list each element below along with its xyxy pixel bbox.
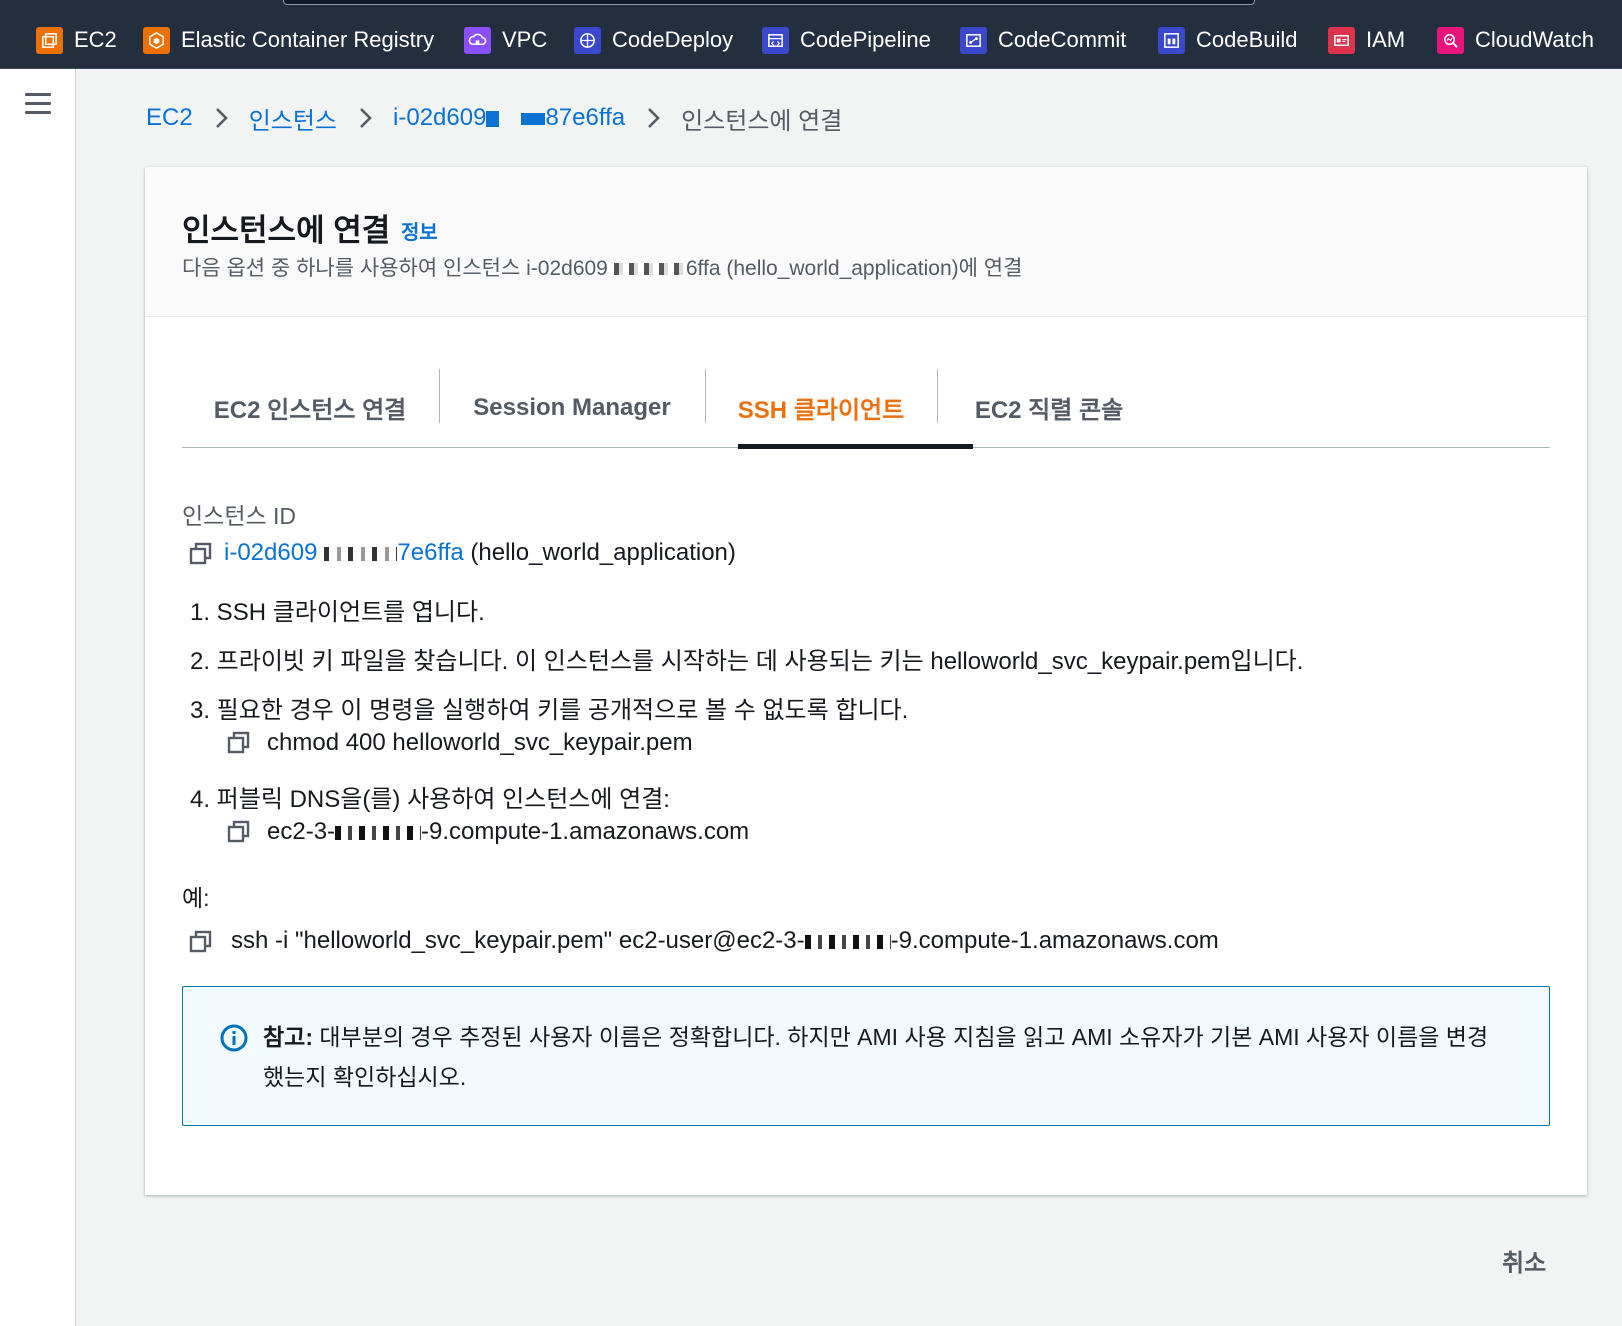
service-label: EC2 — [74, 27, 117, 52]
chevron-right-icon — [360, 108, 372, 128]
codecommit-icon — [960, 26, 987, 54]
codebuild-icon — [1158, 26, 1185, 54]
chevron-right-icon — [215, 108, 228, 128]
ssh-command-start: ssh -i "helloworld_svc_keypair.pem" ec2-… — [231, 927, 805, 954]
container-registry-icon — [143, 26, 170, 54]
copy-icon[interactable] — [226, 730, 252, 756]
redacted-block — [486, 110, 500, 127]
iam-icon — [1328, 26, 1355, 54]
redacted-block — [607, 263, 686, 276]
service-codecommit[interactable]: CodeCommit — [960, 24, 1126, 56]
service-ecr[interactable]: Elastic Container Registry — [143, 24, 434, 56]
dns-end: -9.compute-1.amazonaws.com — [421, 818, 750, 845]
tab-ec2-serial-console[interactable]: EC2 직렬 콘솔 — [938, 367, 1160, 448]
step-3: 3. 필요한 경우 이 명령을 실행하여 키를 공개적으로 볼 수 없도록 합니… — [190, 697, 909, 724]
step-2: 2. 프라이빗 키 파일을 찾습니다. 이 인스턴스를 시작하는 데 사용되는 … — [190, 648, 1304, 675]
active-tab-indicator — [738, 444, 973, 449]
services-bar: EC2 Elastic Container Registry VPC CodeD… — [0, 0, 1622, 69]
breadcrumb-instance-id[interactable]: i-02d609 87e6ffa — [393, 104, 625, 132]
instance-name: (hello_world_application) — [470, 539, 736, 566]
instance-id-link[interactable]: i-02d609 7e6ffa — [224, 539, 464, 566]
tab-ssh-client[interactable]: SSH 클라이언트 — [706, 367, 936, 448]
service-label: IAM — [1366, 27, 1406, 52]
instance-id-start: i-02d609 — [224, 539, 318, 566]
search-bar-edge[interactable] — [283, 0, 1255, 5]
ssh-command-end: -9.compute-1.amazonaws.com — [890, 927, 1219, 954]
service-vpc[interactable]: VPC — [464, 24, 547, 56]
example-ssh-command: ssh -i "helloworld_svc_keypair.pem" ec2-… — [231, 927, 1219, 955]
dns-start: ec2-3- — [267, 818, 336, 845]
copy-icon[interactable] — [188, 929, 214, 955]
service-codebuild[interactable]: CodeBuild — [1158, 24, 1298, 56]
service-label: CodeDeploy — [612, 27, 734, 52]
breadcrumb: EC2 인스턴스 i-02d609 87e6ffa 인스턴스에 연결 — [146, 101, 843, 136]
vpc-icon — [464, 26, 491, 54]
alert-bold: 참고: — [263, 1024, 313, 1050]
redacted-block — [521, 112, 546, 125]
info-link[interactable]: 정보 — [401, 216, 438, 245]
info-circle-icon — [220, 1024, 248, 1052]
codedeploy-icon — [574, 26, 601, 54]
cloudwatch-icon — [1437, 26, 1464, 54]
page-title: 인스턴스에 연결 — [182, 213, 391, 248]
step-4: 4. 퍼블릭 DNS을(를) 사용하여 인스턴스에 연결: — [190, 786, 670, 813]
desc-prefix: 다음 옵션 중 하나를 사용하여 인스턴스 i-02d609 — [182, 257, 608, 280]
service-label: VPC — [502, 27, 548, 52]
service-ec2[interactable]: EC2 — [36, 24, 117, 56]
service-codepipeline[interactable]: CodePipeline — [762, 24, 931, 56]
step-1: 1. SSH 클라이언트를 엽니다. — [190, 599, 485, 626]
service-label: CodeBuild — [1196, 27, 1298, 52]
public-dns: ec2-3- -9.compute-1.amazonaws.com — [267, 818, 749, 846]
instance-id-start: i-02d609 — [393, 104, 487, 131]
connection-method-tabs: EC2 인스턴스 연결 Session Manager SSH 클라이언트 EC… — [182, 367, 1550, 449]
tab-ec2-instance-connect[interactable]: EC2 인스턴스 연결 — [182, 367, 438, 448]
instance-id-label: 인스턴스 ID — [182, 503, 297, 529]
panel-description: 다음 옵션 중 하나를 사용하여 인스턴스 i-02d609 6ffa (hell… — [182, 252, 1022, 282]
redacted-block — [804, 934, 891, 949]
ec2-icon — [36, 26, 63, 54]
desc-suffix: 6ffa (hello_world_application)에 연결 — [685, 257, 1023, 280]
breadcrumb-instances[interactable]: 인스턴스 — [249, 101, 337, 136]
redacted-block — [335, 825, 422, 840]
service-codedeploy[interactable]: CodeDeploy — [574, 24, 733, 56]
instance-id-end: 87e6ffa — [545, 104, 626, 131]
instance-id-row: i-02d609 7e6ffa (hello_world_application) — [224, 539, 736, 567]
service-cloudwatch[interactable]: CloudWatch — [1437, 24, 1594, 56]
alert-body: 대부분의 경우 추정된 사용자 이름은 정확합니다. 하지만 AMI 사용 지침… — [263, 1024, 1489, 1090]
service-label: CodePipeline — [800, 27, 931, 52]
breadcrumb-ec2[interactable]: EC2 — [146, 104, 193, 132]
example-label: 예: — [182, 885, 210, 911]
instance-id-end: 7e6ffa — [397, 539, 464, 566]
codepipeline-icon — [762, 26, 789, 54]
connect-instance-panel: 인스턴스에 연결 정보 다음 옵션 중 하나를 사용하여 인스턴스 i-02d6… — [145, 167, 1587, 1195]
chmod-command: chmod 400 helloworld_svc_keypair.pem — [267, 729, 693, 756]
info-alert: 참고: 대부분의 경우 추정된 사용자 이름은 정확합니다. 하지만 AMI 사… — [182, 986, 1550, 1126]
service-label: CloudWatch — [1475, 27, 1595, 52]
cancel-button[interactable]: 취소 — [1502, 1243, 1546, 1278]
copy-icon[interactable] — [188, 541, 214, 567]
service-label: Elastic Container Registry — [181, 27, 435, 52]
panel-header: 인스턴스에 연결 정보 다음 옵션 중 하나를 사용하여 인스턴스 i-02d6… — [145, 167, 1587, 317]
chevron-right-icon — [648, 108, 660, 128]
service-iam[interactable]: IAM — [1328, 24, 1405, 56]
menu-icon[interactable] — [25, 93, 51, 115]
breadcrumb-current: 인스턴스에 연결 — [681, 107, 843, 135]
alert-text: 참고: 대부분의 경우 추정된 사용자 이름은 정확합니다. 하지만 AMI 사… — [263, 1017, 1503, 1097]
service-label: CodeCommit — [998, 27, 1127, 52]
tab-session-manager[interactable]: Session Manager — [440, 367, 704, 448]
copy-icon[interactable] — [226, 819, 252, 845]
side-navigation-rail — [0, 69, 76, 1326]
redacted-block — [317, 546, 398, 561]
